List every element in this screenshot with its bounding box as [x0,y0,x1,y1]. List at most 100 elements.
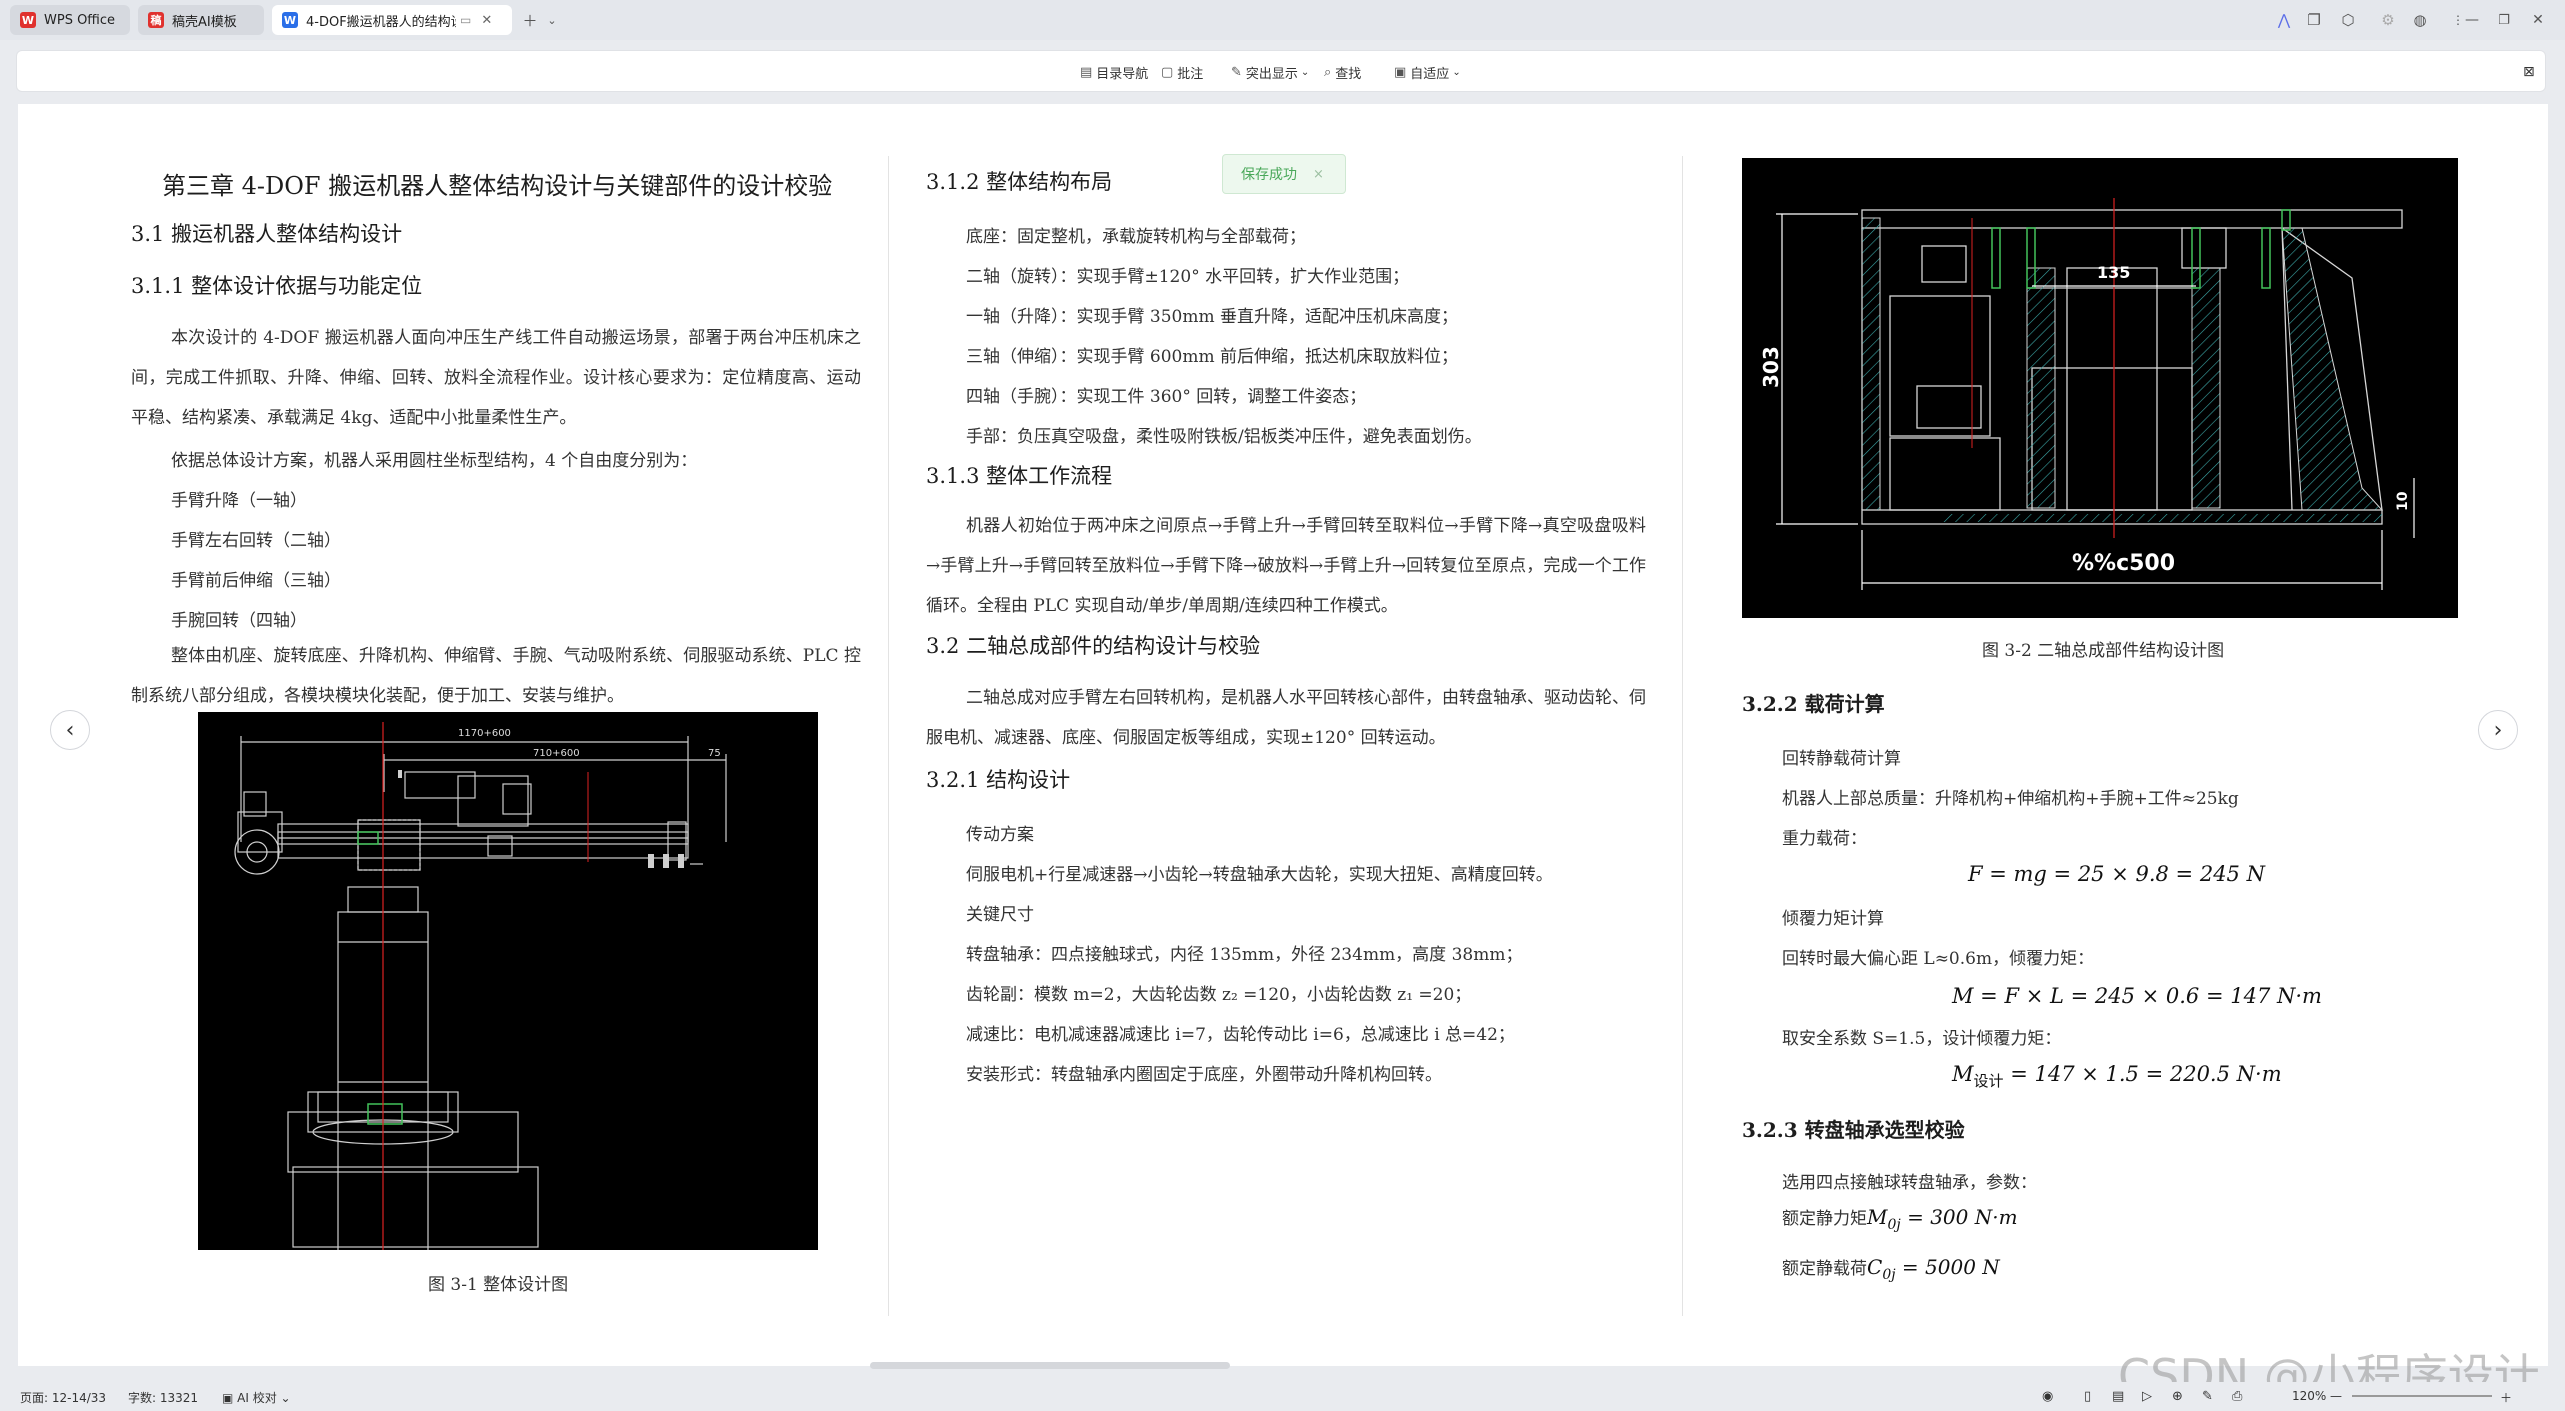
heading-3-1-2: 3.1.2 整体结构布局 [926,170,1113,194]
formula-subscript: 设计 [1973,1072,2004,1091]
word-count[interactable]: 字数: 13321 [128,1389,198,1406]
fit-button[interactable]: ▣ 自适应 ⌄ [1394,61,1461,83]
tab-label: 稿壳AI模板 [172,14,237,30]
dimension-label: 135 [2097,263,2130,282]
monitor-icon: ▭ [460,13,472,27]
heading-3-2-1: 3.2.1 结构设计 [926,768,1071,792]
value: = 300 N·m [1900,1205,2018,1229]
ai-proof-label: AI 校对 [237,1391,277,1405]
column-2: 3.1.2 整体结构布局 底座：固定整机，承载旋转机构与全部载荷； 二轴（旋转）… [888,104,1698,1314]
next-page-button[interactable]: › [2478,710,2518,750]
annotate-button[interactable]: ▢ 批注 [1161,61,1203,83]
find-button[interactable]: ⌕ 查找 [1324,61,1361,83]
heading-3-2-2: 3.2.2 载荷计算 [1742,692,1885,716]
document-page: 第三章 4-DOF 搬运机器人整体结构设计与关键部件的设计校验 3.1 搬运机器… [18,104,2548,1366]
param-label: 额定静载荷 [1782,1259,1867,1279]
close-icon[interactable]: ✕ [481,13,492,28]
formula-design-moment: M设计 = 147 × 1.5 = 220.5 N·m [1952,1062,2282,1091]
paragraph: 传动方案 [966,825,1034,845]
zoom-slider[interactable] [2352,1395,2492,1397]
reading-toolbar: ▤ 目录导航 ▢ 批注 ✎ 突出显示 ⌄ ⌕ 查找 ▣ 自适应 ⌄ ⊠ [16,50,2546,92]
toc-nav-button[interactable]: ▤ 目录导航 [1080,61,1148,83]
print-icon[interactable]: ⎙ [2232,1389,2242,1404]
restore-icon[interactable]: ❐ [2492,8,2516,32]
rated-static-moment: 额定静力矩M0j = 300 N·m [1782,1204,2018,1233]
page-indicator[interactable]: 页面: 12-14/33 [20,1389,106,1406]
tab-wps-office[interactable]: W WPS Office [10,5,130,35]
previous-page-button[interactable]: ‹ [50,710,90,750]
tab-label: WPS Office [44,12,116,28]
paragraph: 选用四点接触球转盘轴承，参数： [1782,1173,2037,1193]
formula-symbol: M0j = 300 N·m [1867,1205,2018,1233]
tab-template[interactable]: 稿 稿壳AI模板 [138,5,264,35]
zoom-out-icon[interactable]: — [2330,1389,2342,1403]
highlight-label: 突出显示 [1245,66,1298,82]
chevron-down-icon[interactable]: ⌄ [540,8,564,32]
toc-icon: ▤ [1080,64,1093,80]
list-item: 手部：负压真空吸盘，柔性吸附铁板/铝板类冲压件，避免表面划伤。 [966,427,1482,447]
paragraph: 重力载荷： [1782,829,1867,849]
dimension-label: %%c500 [2072,551,2175,576]
paragraph: 回转时最大偏心距 L≈0.6m，倾覆力矩： [1782,949,2095,969]
toast-close-icon[interactable]: × [1313,167,1324,182]
highlight-button[interactable]: ✎ 突出显示 ⌄ [1231,61,1309,83]
paragraph: 减速比：电机减速器减速比 i=7，齿轮传动比 i=6，总减速比 i 总=42； [966,1025,1515,1045]
dimension-label: 1170+600 [458,728,511,739]
outline-icon[interactable]: ▤ [2112,1389,2124,1404]
column-1: 第三章 4-DOF 搬运机器人整体结构设计与关键部件的设计校验 3.1 搬运机器… [18,104,888,1314]
window-icon[interactable]: ❐ [2302,8,2326,32]
highlighter-icon: ✎ [1231,64,1242,80]
wps-logo-icon: W [20,12,36,28]
web-icon[interactable]: ⊕ [2172,1389,2183,1404]
heading-3-2-3: 3.2.3 转盘轴承选型校验 [1742,1118,1965,1142]
horizontal-scrollbar[interactable] [870,1362,1230,1369]
formula-overturning-moment: M = F × L = 245 × 0.6 = 147 N·m [1952,984,2322,1008]
subscript: 0j [1882,1267,1896,1283]
dimension-label: 303 [1759,346,1783,388]
tab-document[interactable]: W 4-DOF搬运机器人的结构设计 ▭ ✕ [272,5,512,35]
cube-icon[interactable]: ⬡ [2336,8,2360,32]
eye-icon[interactable]: ◉ [2042,1389,2053,1404]
close-window-icon[interactable]: ✕ [2526,8,2550,32]
zoom-level[interactable]: 120% [2292,1389,2326,1403]
paragraph: 安装形式：转盘轴承内圈固定于底座，外圈带动升降机构回转。 [966,1065,1442,1085]
ai-icon[interactable]: ⋀ [2272,8,2296,32]
list-item: 手臂左右回转（二轴） [171,531,341,551]
pen-icon[interactable]: ✎ [2202,1389,2213,1404]
list-item: 手臂升降（一轴） [171,491,307,511]
paragraph: 二轴总成对应手臂左右回转机构，是机器人水平回转核心部件，由转盘轴承、驱动齿轮、伺… [926,688,1646,748]
avatar[interactable]: ◍ [2408,8,2432,32]
new-tab-icon[interactable]: ＋ [518,8,542,32]
symbol: M [1867,1205,1888,1229]
zoom-in-icon[interactable]: ＋ [2500,1389,2512,1406]
proof-icon: ▣ [222,1391,238,1405]
status-bar: 页面: 12-14/33 字数: 13321 ▣ AI 校对 ⌄ ◉ ▯ ▤ ▷… [0,1382,2565,1411]
figure-caption: 图 3-1 整体设计图 [428,1275,569,1295]
page-view-icon[interactable]: ▯ [2084,1389,2091,1404]
heading-3-2: 3.2 二轴总成部件的结构设计与校验 [926,634,1261,658]
paragraph: 本次设计的 4-DOF 搬运机器人面向冲压生产线工件自动搬运场景，部署于两台冲压… [131,328,861,428]
fit-label: 自适应 [1410,66,1450,82]
exit-reading-icon[interactable]: ⊠ [2523,61,2535,83]
ai-proof-button[interactable]: ▣ AI 校对 ⌄ [222,1389,291,1406]
minimize-icon[interactable]: — [2460,8,2484,32]
title-bar: W WPS Office 稿 稿壳AI模板 W 4-DOF搬运机器人的结构设计 … [0,0,2565,40]
find-label: 查找 [1335,66,1362,82]
tab-label: 4-DOF搬运机器人的结构设计 [306,14,456,30]
settings-icon[interactable]: ⚙ [2376,8,2400,32]
figure-overall-design: 1170+600 710+600 75 [198,712,818,1250]
robot-drawing: 1170+600 710+600 75 [234,722,727,1250]
symbol: C [1867,1255,1883,1279]
list-item: 底座：固定整机，承载旋转机构与全部载荷； [966,227,1306,247]
list-item: 手臂前后伸缩（三轴） [171,571,341,591]
formula-gravity-load: F = mg = 25 × 9.8 = 245 N [1968,862,2265,886]
formula-symbol: C0j = 5000 N [1867,1255,2000,1283]
value: = 5000 N [1895,1255,2000,1279]
heading-3-1-1: 3.1.1 整体设计依据与功能定位 [131,274,423,298]
paragraph: 机器人初始位于两冲床之间原点→手臂上升→手臂回转至取料位→手臂下降→真空吸盘吸料… [926,516,1646,616]
play-icon[interactable]: ▷ [2142,1389,2152,1404]
writer-logo-icon: W [282,12,298,28]
fit-page-icon: ▣ [1394,64,1407,80]
paragraph: 关键尺寸 [966,905,1034,925]
column-3: 135 303 10 %%c500 图 3-2 二轴总成部件结构设计图 3.2.… [1682,104,2548,1314]
